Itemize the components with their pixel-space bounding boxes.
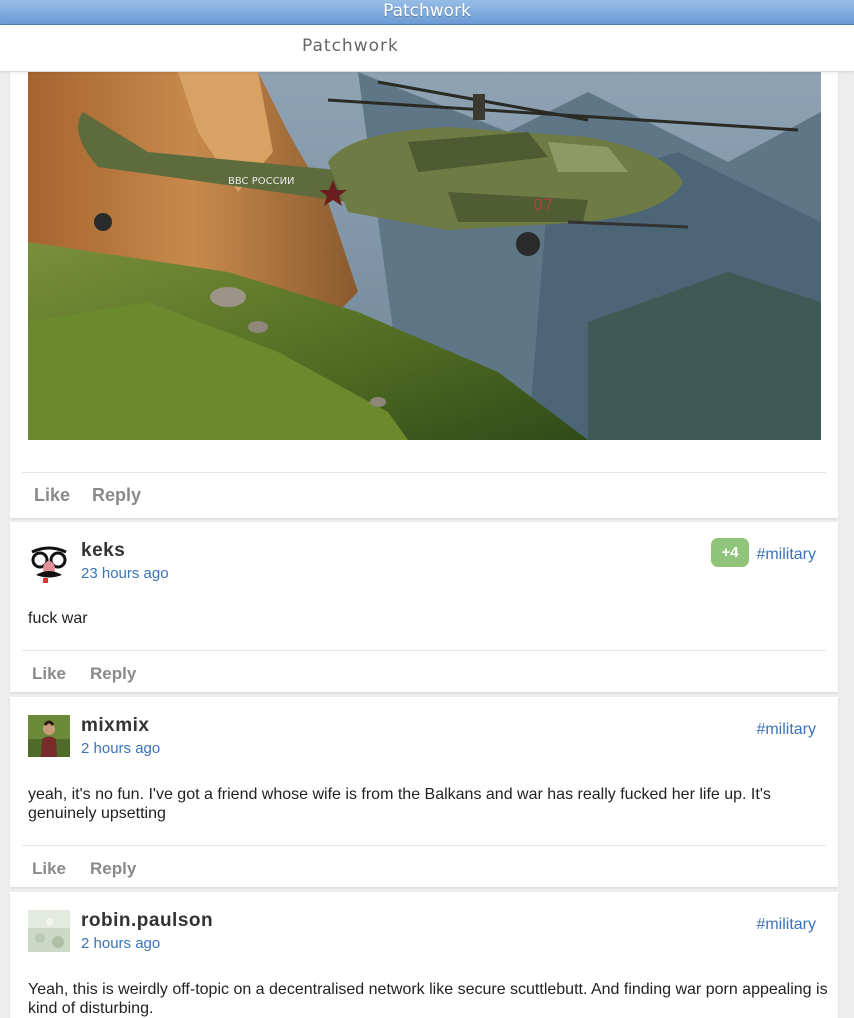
message-feed[interactable]: BBC РОССИИ 07 Like Reply keks 23 hours a… xyxy=(0,72,854,1018)
author-name[interactable]: mixmix xyxy=(81,715,149,737)
svg-text:07: 07 xyxy=(533,195,553,214)
post-body: Yeah, this is weirdly off-topic on a dec… xyxy=(28,981,828,1017)
post-card-image: BBC РОССИИ 07 Like Reply xyxy=(10,72,838,518)
post-image[interactable]: BBC РОССИИ 07 xyxy=(28,72,821,440)
post-actions: Like Reply xyxy=(22,472,826,519)
reply-button[interactable]: Reply xyxy=(90,859,136,879)
channel-link[interactable]: #military xyxy=(756,916,816,934)
author-name[interactable]: keks xyxy=(81,540,125,562)
svg-text:BBC РОССИИ: BBC РОССИИ xyxy=(228,176,295,187)
app-header: Patchwork xyxy=(0,25,854,72)
window-title: Patchwork xyxy=(383,1,471,21)
author-name[interactable]: robin.paulson xyxy=(81,910,213,932)
user-photo-avatar xyxy=(28,910,70,952)
channel-link[interactable]: #military xyxy=(756,721,816,739)
post-actions: Like Reply xyxy=(22,845,826,888)
post-card: keks 23 hours ago +4 #military fuck war … xyxy=(10,522,838,692)
avatar[interactable] xyxy=(28,910,70,952)
post-timestamp[interactable]: 2 hours ago xyxy=(81,935,160,952)
window-titlebar: Patchwork xyxy=(0,0,854,25)
app-title: Patchwork xyxy=(302,36,399,56)
avatar[interactable] xyxy=(28,715,70,757)
post-actions: Like Reply xyxy=(22,650,826,693)
helicopter-photo: BBC РОССИИ 07 xyxy=(28,72,821,440)
avatar[interactable] xyxy=(28,542,70,584)
reply-button[interactable]: Reply xyxy=(90,664,136,684)
post-body: yeah, it's no fun. I've got a friend who… xyxy=(28,786,771,822)
post-card: robin.paulson 2 hours ago #military Yeah… xyxy=(10,892,838,1018)
user-photo-avatar xyxy=(28,715,70,757)
post-timestamp[interactable]: 23 hours ago xyxy=(81,565,169,582)
post-body: fuck war xyxy=(28,610,88,627)
like-button[interactable]: Like xyxy=(34,485,70,506)
post-timestamp[interactable]: 2 hours ago xyxy=(81,740,160,757)
reply-button[interactable]: Reply xyxy=(92,485,141,506)
post-card: mixmix 2 hours ago #military yeah, it's … xyxy=(10,697,838,887)
like-button[interactable]: Like xyxy=(32,859,66,879)
groucho-glasses-icon xyxy=(28,542,70,584)
like-button[interactable]: Like xyxy=(32,664,66,684)
vote-count-badge: +4 xyxy=(711,538,749,567)
channel-link[interactable]: #military xyxy=(756,546,816,564)
